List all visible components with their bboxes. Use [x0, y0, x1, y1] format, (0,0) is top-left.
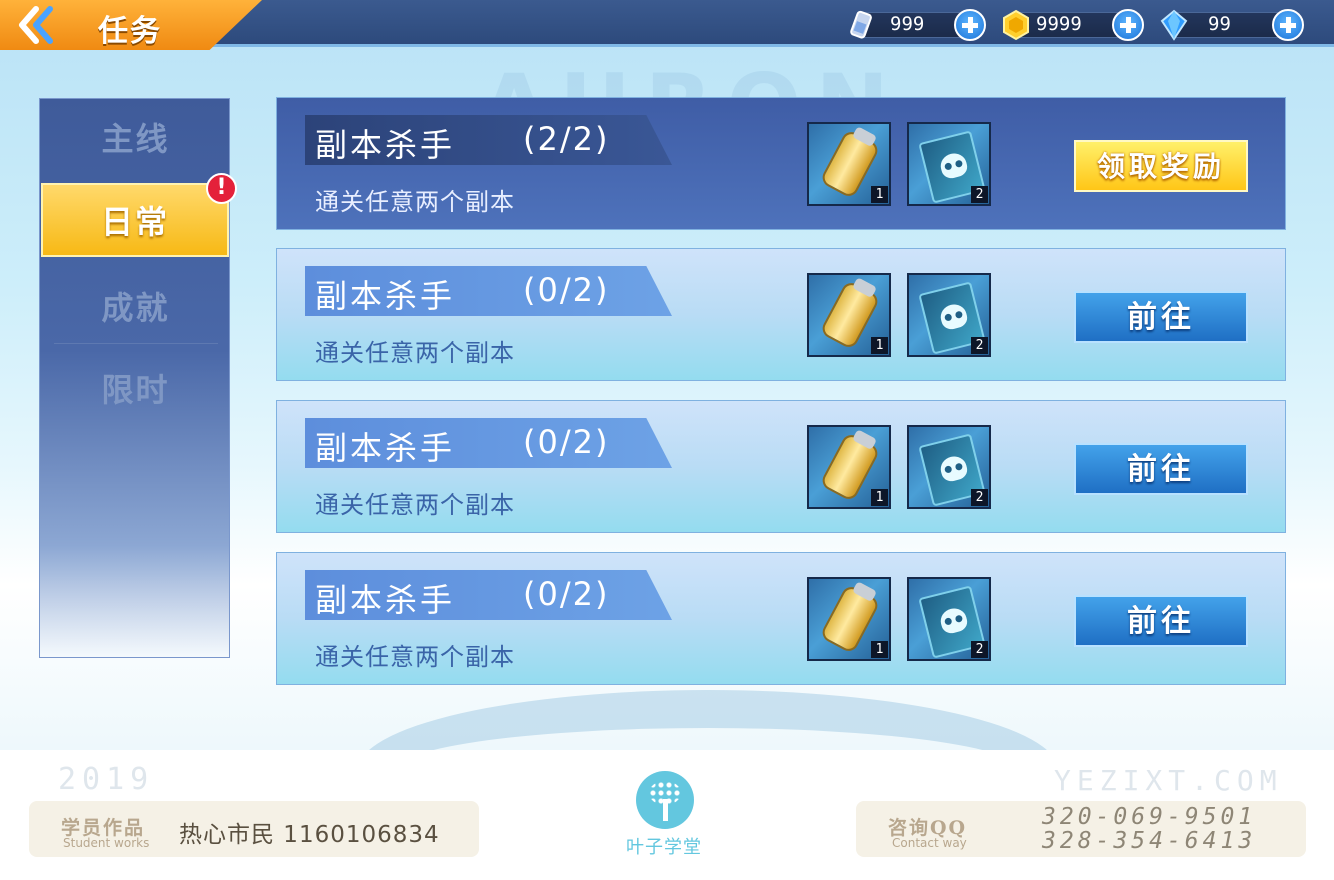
reward-slot[interactable]: 1 [807, 425, 891, 509]
task-description: 通关任意两个副本 [315, 491, 515, 519]
go-button[interactable]: 前往 [1074, 443, 1248, 495]
go-button[interactable]: 前往 [1074, 291, 1248, 343]
task-name: 副本杀手 [315, 126, 456, 164]
reward-quantity: 2 [971, 186, 988, 203]
resource-value: 99 [1208, 13, 1231, 35]
claim-reward-button[interactable]: 领取奖励 [1074, 140, 1248, 192]
task-progress: (0/2) [523, 271, 610, 309]
reward-quantity: 1 [871, 641, 888, 658]
reward-slot[interactable]: 2 [907, 577, 991, 661]
reward-slot[interactable]: 2 [907, 425, 991, 509]
reward-slot[interactable]: 1 [807, 577, 891, 661]
reward-slot[interactable]: 2 [907, 122, 991, 206]
task-description: 通关任意两个副本 [315, 643, 515, 671]
double-chevron-left-icon [19, 6, 53, 44]
phone-number: 320-069-9501 [1042, 804, 1257, 830]
tab-daily[interactable]: 日常 [41, 183, 229, 257]
tab-main-story[interactable]: 主线 [40, 102, 231, 176]
task-card: 副本杀手 (0/2) 通关任意两个副本 1 2 前往 [276, 400, 1286, 533]
task-card: 副本杀手 (0/2) 通关任意两个副本 1 2 前往 [276, 248, 1286, 381]
tab-divider [54, 343, 218, 344]
go-button[interactable]: 前往 [1074, 595, 1248, 647]
student-works-box: 学员作品 Student works 热心市民 1160106834 [29, 801, 479, 857]
student-works-sub: Student works [63, 836, 150, 850]
gem-icon [1160, 9, 1188, 41]
task-card: 副本杀手 (0/2) 通关任意两个副本 1 2 前往 [276, 552, 1286, 685]
reward-quantity: 1 [871, 186, 888, 203]
reward-quantity: 2 [971, 641, 988, 658]
back-button[interactable] [14, 6, 62, 44]
resource-gem: 99 [1158, 9, 1304, 41]
potion-icon [850, 10, 872, 39]
task-card: 副本杀手 (2/2) 通关任意两个副本 1 2 领取奖励 [276, 97, 1286, 230]
task-name: 副本杀手 [315, 277, 456, 315]
task-progress: (2/2) [523, 120, 610, 158]
resource-potion: 999 [846, 9, 988, 41]
resource-value: 999 [890, 13, 925, 35]
task-description: 通关任意两个副本 [315, 188, 515, 216]
game-screen: AURON 任务 999 [0, 0, 1334, 750]
footer-site: YEZIXT.COM [1054, 764, 1283, 797]
coin-icon [1003, 9, 1029, 41]
resource-coin: 9999 [1000, 9, 1146, 41]
reward-slot[interactable]: 2 [907, 273, 991, 357]
reward-quantity: 1 [871, 337, 888, 354]
task-progress: (0/2) [523, 575, 610, 613]
reward-slot[interactable]: 1 [807, 273, 891, 357]
contact-box: 咨询QQ Contact way 320-069-9501 328-354-64… [856, 801, 1306, 857]
tab-achievements[interactable]: 成就 [40, 271, 231, 345]
add-potion-button[interactable] [954, 9, 986, 41]
add-gem-button[interactable] [1272, 9, 1304, 41]
add-coin-button[interactable] [1112, 9, 1144, 41]
page-title: 任务 [98, 14, 162, 49]
phone-number: 328-354-6413 [1042, 828, 1257, 854]
author-text: 热心市民 1160106834 [179, 822, 440, 848]
footer-year: 2019 [58, 762, 155, 797]
reward-quantity: 1 [871, 489, 888, 506]
alert-badge: ! [206, 173, 237, 204]
background-decoration [358, 690, 1058, 750]
category-sidebar: 主线 日常 成就 限时 ! [39, 98, 237, 658]
tab-limited[interactable]: 限时 [40, 353, 231, 427]
task-name: 副本杀手 [315, 581, 456, 619]
contact-sub: Contact way [892, 836, 967, 850]
reward-quantity: 2 [971, 337, 988, 354]
tree-logo-icon [636, 771, 694, 829]
reward-slot[interactable]: 1 [807, 122, 891, 206]
resource-value: 9999 [1036, 13, 1082, 35]
task-description: 通关任意两个副本 [315, 339, 515, 367]
task-name: 副本杀手 [315, 429, 456, 467]
reward-quantity: 2 [971, 489, 988, 506]
task-progress: (0/2) [523, 423, 610, 461]
top-bar: 任务 999 9999 99 [0, 0, 1334, 50]
logo-text: 叶子学堂 [626, 837, 702, 858]
